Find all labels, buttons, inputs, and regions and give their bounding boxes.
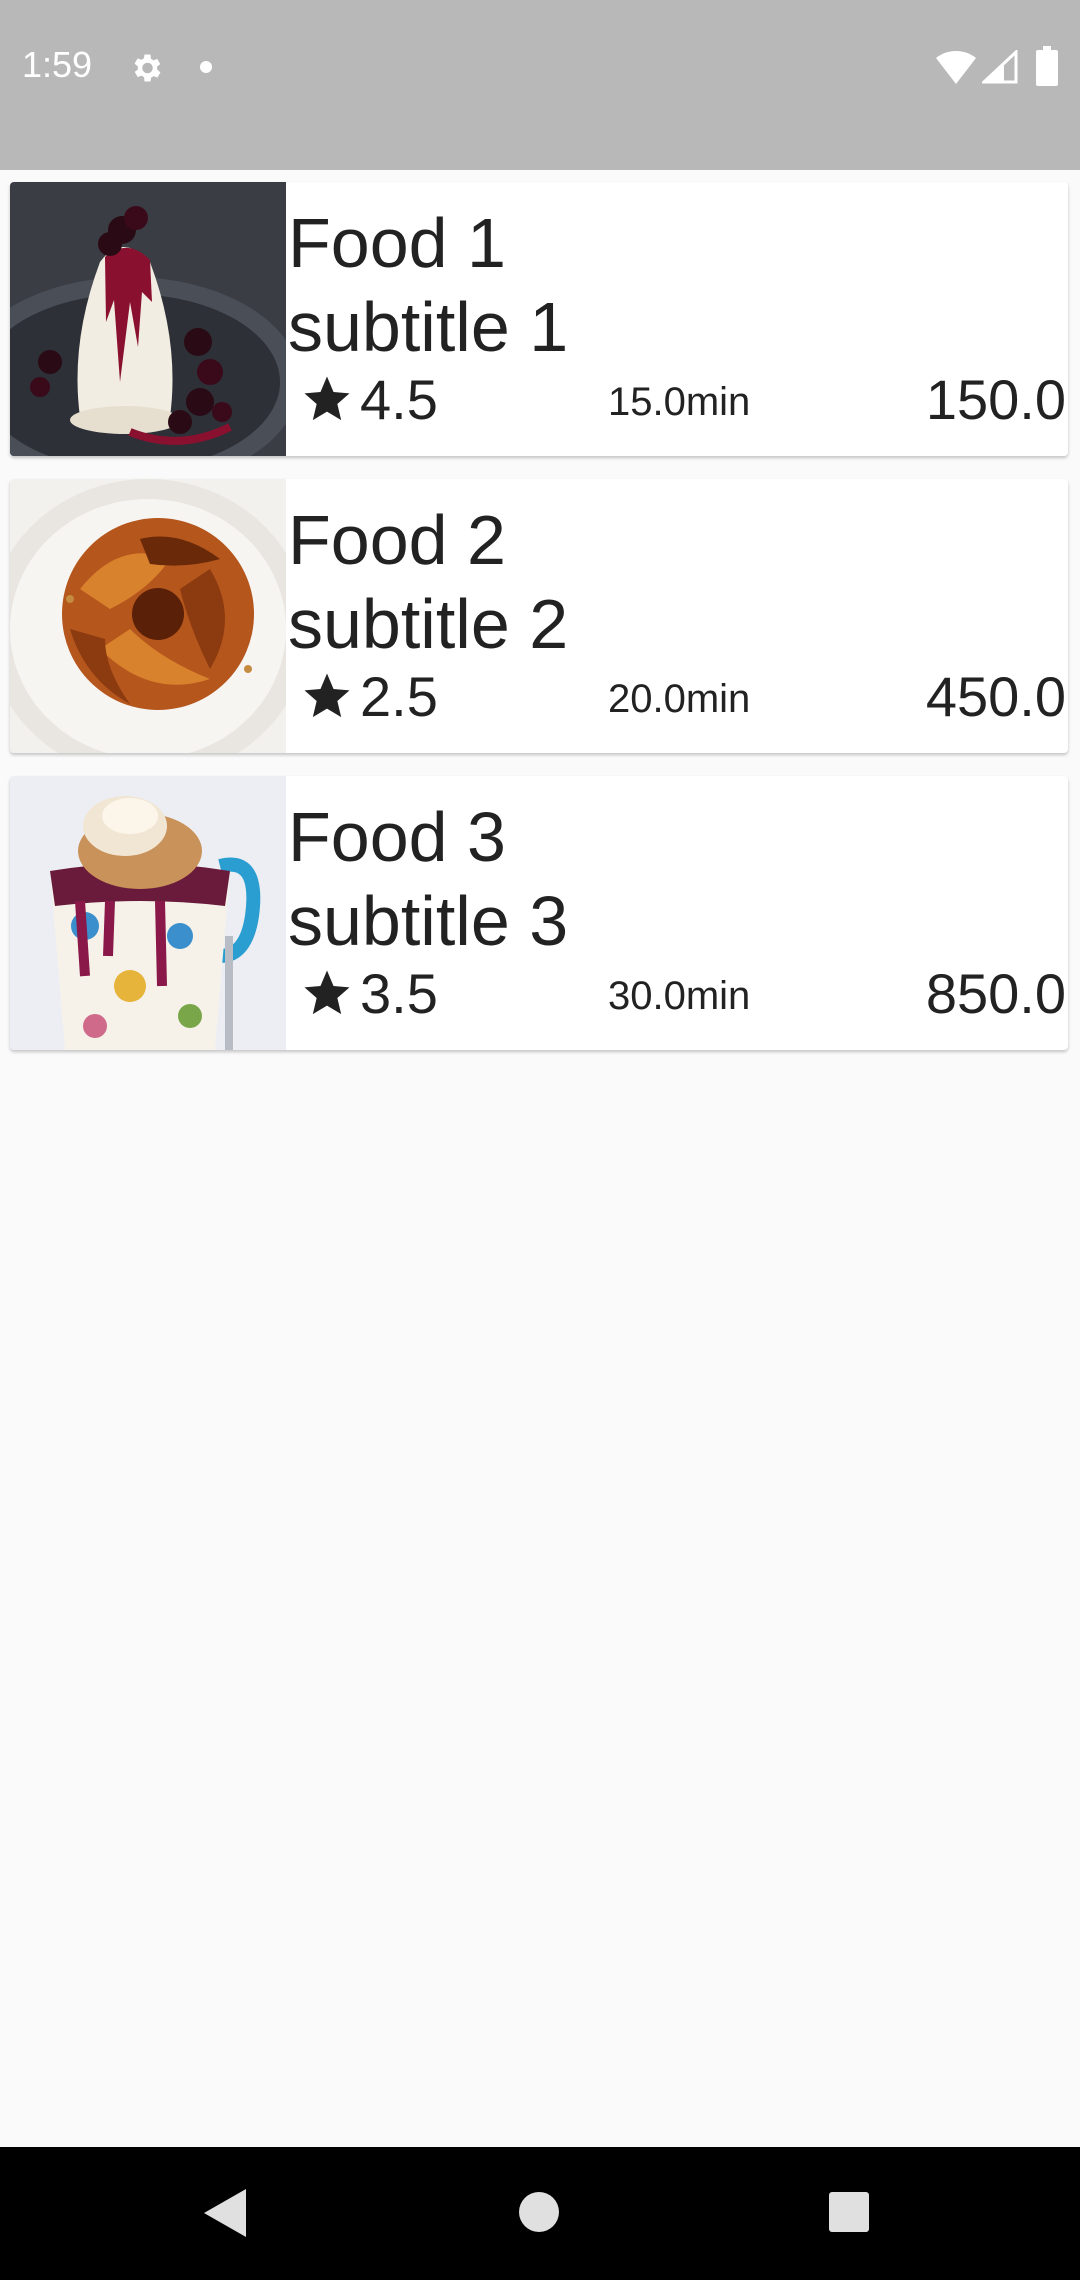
food-price: 150.0 [925, 368, 1066, 431]
food-list: Food 1 subtitle 1 4.5 15.0min 150.0 Food… [10, 182, 1068, 1073]
food-image [10, 182, 286, 456]
food-title: Food 1 [288, 204, 506, 282]
wifi-icon [936, 50, 976, 84]
battery-icon [1036, 46, 1058, 86]
food-card[interactable]: Food 1 subtitle 1 4.5 15.0min 150.0 [10, 182, 1068, 456]
status-time: 1:59 [22, 44, 93, 85]
status-bar: 1:59 [0, 0, 1080, 170]
food-subtitle: subtitle 2 [288, 585, 569, 663]
food-rating: 4.5 [360, 368, 438, 431]
food-card[interactable]: Food 3 subtitle 3 3.5 30.0min 850.0 [10, 776, 1068, 1050]
food-time: 15.0min [608, 380, 751, 424]
food-card[interactable]: Food 2 subtitle 2 2.5 20.0min 450.0 [10, 479, 1068, 753]
food-price: 450.0 [925, 665, 1066, 728]
recents-icon[interactable] [828, 2191, 870, 2233]
navigation-bar [0, 2147, 1080, 2280]
food-title: Food 3 [288, 798, 506, 876]
food-rating: 3.5 [360, 962, 438, 1025]
signal-icon [982, 50, 1018, 84]
food-time: 20.0min [608, 677, 751, 721]
home-icon[interactable] [518, 2191, 560, 2233]
food-subtitle: subtitle 3 [288, 882, 569, 960]
food-title: Food 2 [288, 501, 506, 579]
food-image [10, 776, 286, 1050]
food-image [10, 479, 286, 753]
star-icon [304, 376, 350, 421]
star-icon [304, 673, 350, 718]
notification-dot-icon [200, 61, 212, 73]
food-price: 850.0 [925, 962, 1066, 1025]
gear-icon [134, 54, 161, 82]
back-icon[interactable] [200, 2187, 250, 2239]
food-subtitle: subtitle 1 [288, 288, 569, 366]
food-time: 30.0min [608, 974, 751, 1018]
star-icon [304, 970, 350, 1015]
food-rating: 2.5 [360, 665, 438, 728]
